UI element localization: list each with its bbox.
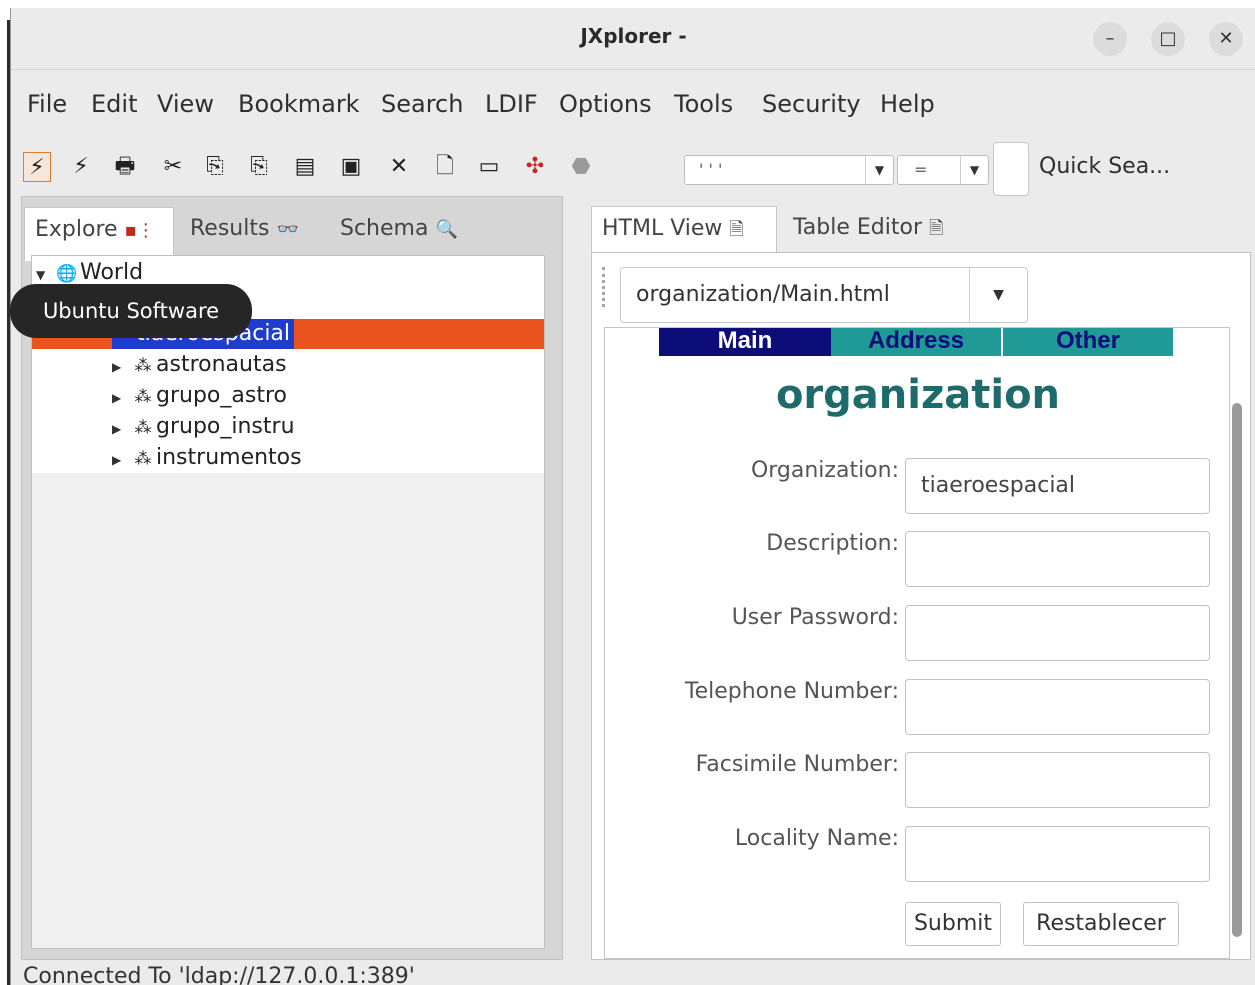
vertical-scrollbar[interactable] (1232, 403, 1242, 937)
template-selector[interactable]: organization/Main.html ▼ (620, 267, 1028, 323)
tree-node-label: astronautas (156, 352, 287, 377)
menu-view[interactable]: View (157, 90, 214, 118)
toolbar: ⚡ ⚡ 🖶 ✂ ⎘ ⎘ ▤ ▣ ✕ 🗋 ▭ ✣ ⬣ ' ' ' ▼ = ▼ Qu… (11, 138, 1255, 198)
menu-options[interactable]: Options (559, 90, 652, 118)
expand-icon[interactable]: ▶ (112, 352, 130, 382)
minimize-button[interactable]: – (1093, 22, 1127, 56)
group-icon: ⁂ (134, 418, 152, 438)
chevron-down-icon[interactable]: ▼ (960, 156, 988, 184)
quick-search-input[interactable] (993, 142, 1029, 196)
organization-field[interactable]: tiaeroespacial (905, 458, 1210, 514)
maximize-button[interactable]: □ (1151, 22, 1185, 56)
tab-html-view-label: HTML View (602, 216, 723, 241)
tree-node-child[interactable]: ▶ ⁂ astronautas (112, 350, 287, 380)
tab-schema-label: Schema (340, 216, 429, 241)
quick-search-button[interactable]: Quick Sea... (1039, 154, 1170, 179)
search-attribute-combo[interactable]: ' ' ' ▼ (684, 155, 894, 185)
refresh-icon[interactable]: ✣ (521, 152, 549, 182)
cut-icon[interactable]: ✂ (159, 152, 187, 182)
search-operator-combo[interactable]: = ▼ (897, 155, 989, 185)
menu-file[interactable]: File (27, 90, 67, 118)
nav-other[interactable]: Other (1003, 328, 1173, 356)
tree-node-label: grupo_astro (156, 383, 287, 408)
print-icon[interactable]: 🖶 (111, 152, 139, 182)
tree-node-label: grupo_instru (156, 414, 295, 439)
schema-icon: 🔍 (435, 219, 458, 240)
tab-results[interactable]: Results 👓 (180, 207, 309, 261)
expand-icon[interactable]: ▶ (112, 383, 130, 413)
html-form-view: Main Address Other organization Organiza… (604, 327, 1230, 959)
copy-icon[interactable]: ⎘ (201, 152, 229, 182)
status-bar: Connected To 'ldap://127.0.0.1:389' (23, 964, 415, 985)
template-path: organization/Main.html (636, 282, 890, 307)
tab-schema[interactable]: Schema 🔍 (330, 207, 468, 261)
tooltip-ubuntu-software: Ubuntu Software (10, 284, 252, 338)
telephone-label: Telephone Number: (684, 679, 899, 704)
right-panel: HTML View 🗎 Table Editor 🗎 organization/… (585, 196, 1255, 960)
chevron-down-icon[interactable]: ▼ (969, 268, 1027, 322)
paste-icon[interactable]: ▤ (291, 152, 319, 182)
telephone-field[interactable] (905, 679, 1210, 735)
chevron-down-icon[interactable]: ▼ (865, 156, 893, 184)
tree-node-child[interactable]: ▶ ⁂ grupo_instru (112, 412, 295, 442)
menu-tools[interactable]: Tools (674, 90, 733, 118)
submit-button[interactable]: Submit (905, 902, 1001, 946)
form-heading: organization (775, 372, 1061, 418)
locality-field[interactable] (905, 826, 1210, 882)
user-password-field[interactable] (905, 605, 1210, 661)
menu-bar: File Edit View Bookmark Search LDIF Opti… (11, 80, 1255, 120)
tree-node-label: instrumentos (156, 445, 302, 470)
nav-address[interactable]: Address (831, 328, 1001, 356)
group-icon: ⁂ (134, 387, 152, 407)
drag-handle[interactable] (602, 267, 608, 307)
tab-explore-label: Explore (35, 217, 118, 242)
description-label: Description: (766, 531, 899, 556)
description-field[interactable] (905, 531, 1210, 587)
nav-main[interactable]: Main (659, 328, 831, 356)
binoculars-icon: 👓 (276, 219, 299, 240)
search-attribute-value: ' ' ' (699, 160, 723, 179)
rename-icon[interactable]: ▭ (475, 152, 503, 182)
paste-alias-icon[interactable]: ▣ (337, 152, 365, 182)
tab-table-editor-label: Table Editor (793, 215, 922, 240)
reset-button[interactable]: Restablecer (1023, 902, 1179, 946)
expand-icon[interactable]: ▶ (112, 414, 130, 444)
new-icon[interactable]: 🗋 (431, 152, 459, 182)
directory-tree[interactable]: ▼🌐World tiaeroespacial ▶⁂astronautas ▶⁂g… (31, 255, 545, 949)
search-operator-value: = (914, 160, 928, 179)
disconnect-icon[interactable]: ⚡ (67, 152, 95, 182)
user-password-label: User Password: (731, 605, 899, 630)
group-icon: ⁂ (134, 356, 152, 376)
close-button[interactable]: ✕ (1209, 22, 1243, 56)
group-icon: ⁂ (134, 449, 152, 469)
jxplorer-window: JXplorer - – □ ✕ File Edit View Bookmark… (10, 8, 1255, 985)
facsimile-label: Facsimile Number: (695, 752, 899, 777)
window-title: JXplorer - (580, 24, 687, 48)
connect-icon[interactable]: ⚡ (23, 152, 51, 182)
organization-label: Organization: (750, 458, 899, 483)
tab-results-label: Results (190, 216, 270, 241)
menu-search[interactable]: Search (381, 90, 463, 118)
menu-ldif[interactable]: LDIF (485, 90, 538, 118)
menu-security[interactable]: Security (762, 90, 861, 118)
tree-icon: ▪⋮ (124, 220, 155, 241)
delete-icon[interactable]: ✕ (385, 152, 413, 182)
facsimile-field[interactable] (905, 752, 1210, 808)
locality-label: Locality Name: (734, 826, 899, 851)
html-view-panel: organization/Main.html ▼ Main Address Ot… (591, 252, 1251, 960)
stop-icon[interactable]: ⬣ (567, 152, 595, 182)
tree-node-label: World (80, 260, 144, 285)
menu-edit[interactable]: Edit (91, 90, 137, 118)
title-bar[interactable]: JXplorer - – □ ✕ (11, 8, 1255, 70)
tree-node-child[interactable]: ▶ ⁂ grupo_astro (112, 381, 287, 411)
table-icon: 🗎 (929, 218, 944, 239)
expand-icon[interactable]: ▶ (112, 445, 130, 475)
tab-explore[interactable]: Explore ▪⋮ (24, 207, 174, 261)
menu-bookmark[interactable]: Bookmark (238, 90, 360, 118)
menu-help[interactable]: Help (880, 90, 935, 118)
tree-node-child[interactable]: ▶ ⁂ instrumentos (112, 443, 302, 473)
copy-dn-icon[interactable]: ⎘ (245, 152, 273, 182)
desktop-edge (0, 0, 10, 985)
document-icon: 🗎 (729, 219, 744, 240)
